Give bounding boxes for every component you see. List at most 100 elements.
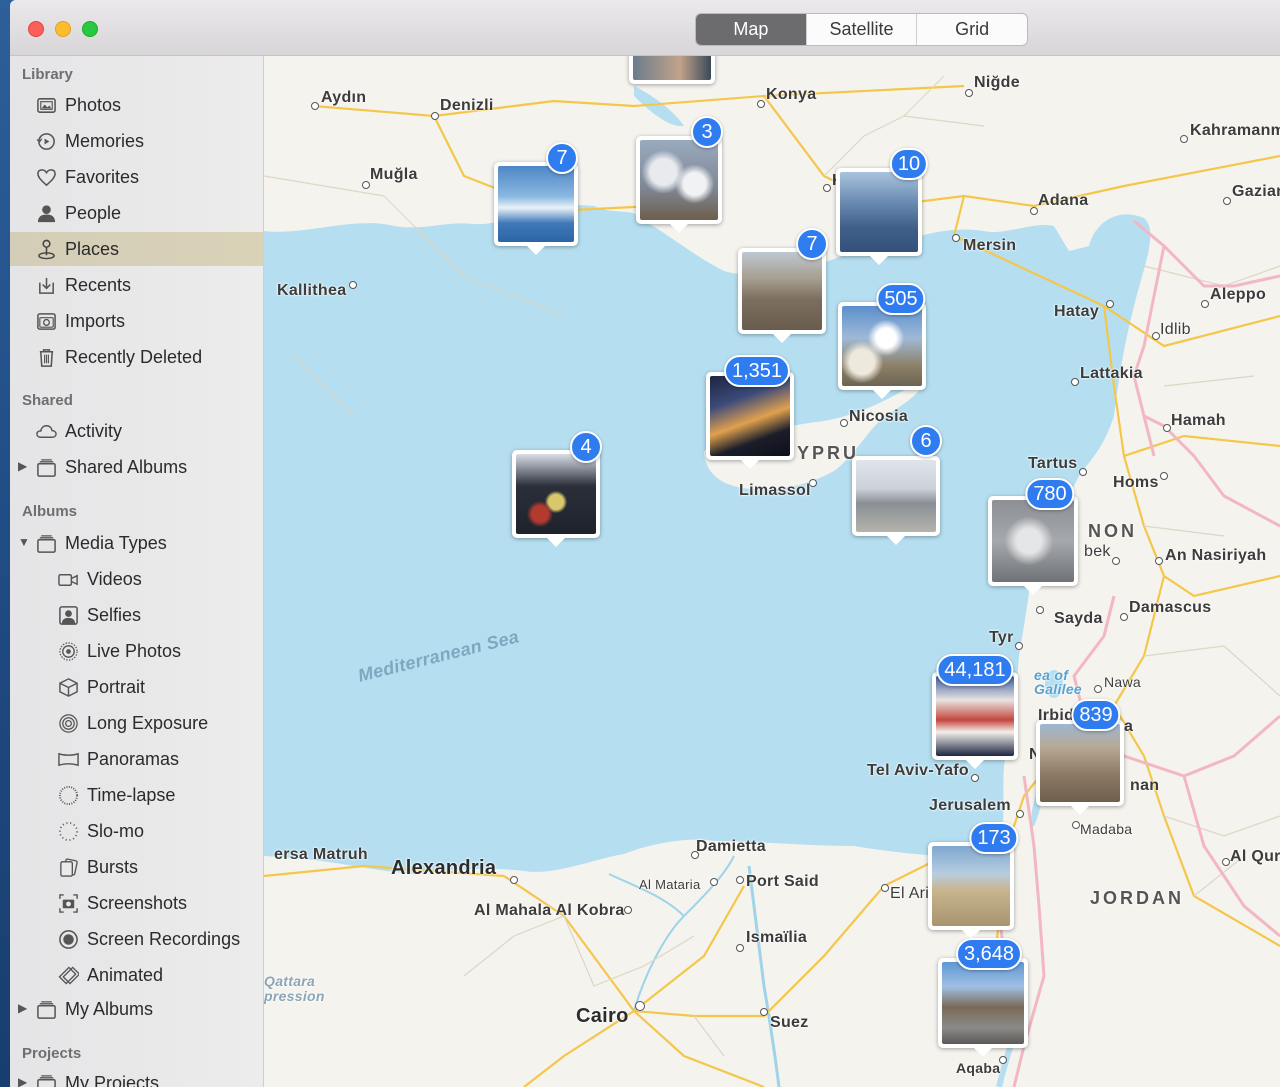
city-al-mahala[interactable]: Al Mahala Al Kobra — [474, 902, 625, 920]
photo-count-badge[interactable]: 780 — [1025, 478, 1075, 510]
photo-cluster-pin-top[interactable] — [629, 56, 715, 84]
city-madaba[interactable]: Madaba — [1080, 821, 1132, 837]
sidebar-item-label: Imports — [65, 310, 126, 331]
city-tyr[interactable]: Tyr — [989, 629, 1014, 647]
photo-count-badge[interactable]: 3,648 — [955, 938, 1023, 970]
cluster-thumbnail — [936, 676, 1014, 756]
city-aydin[interactable]: Aydın — [321, 89, 366, 107]
city-a-partial[interactable]: a — [1124, 718, 1133, 736]
city-konya[interactable]: Konya — [766, 86, 816, 104]
city-mersin[interactable]: Mersin — [963, 237, 1016, 255]
sidebar-item-live-photos[interactable]: Live Photos — [10, 634, 263, 668]
photo-count-badge[interactable]: 4 — [570, 431, 602, 463]
photo-count-badge[interactable]: 7 — [796, 228, 828, 260]
city-sayda[interactable]: Sayda — [1054, 610, 1103, 628]
sidebar-item-slo-mo[interactable]: Slo-mo — [10, 814, 263, 848]
cluster-frame — [928, 842, 1014, 930]
city-gazian[interactable]: Gazian — [1232, 183, 1280, 201]
photo-count-badge[interactable]: 3 — [691, 116, 723, 148]
photo-count-badge[interactable]: 10 — [889, 148, 929, 180]
sidebar-item-selfies[interactable]: Selfies — [10, 598, 263, 632]
sidebar-item-time-lapse[interactable]: Time-lapse — [10, 778, 263, 812]
map-view[interactable]: Aydın Denizli Konya Niğde Kahramanm Muğl… — [264, 56, 1280, 1087]
city-damietta[interactable]: Damietta — [696, 838, 766, 856]
city-al-qura[interactable]: Al Qura — [1230, 848, 1280, 866]
city-jerusalem[interactable]: Jerusalem — [929, 797, 1011, 815]
city-aqaba[interactable]: Aqaba — [956, 1060, 1000, 1076]
disclosure-triangle-right-icon[interactable]: ▶ — [18, 1075, 27, 1087]
city-damascus[interactable]: Damascus — [1129, 599, 1211, 617]
sidebar-item-animated[interactable]: Animated — [10, 958, 263, 992]
zoom-button[interactable] — [82, 21, 98, 37]
photo-count-badge[interactable]: 1,351 — [723, 355, 791, 387]
photo-count-badge[interactable]: 839 — [1071, 699, 1121, 731]
sidebar-item-places[interactable]: Places — [10, 232, 263, 266]
city-suez[interactable]: Suez — [770, 1014, 809, 1032]
city-denizli[interactable]: Denizli — [440, 97, 494, 115]
disclosure-triangle-right-icon[interactable]: ▶ — [18, 459, 27, 473]
city-hatay[interactable]: Hatay — [1054, 303, 1099, 321]
city-nawa[interactable]: Nawa — [1104, 674, 1141, 690]
city-hamah[interactable]: Hamah — [1171, 412, 1226, 430]
sidebar-item-panoramas[interactable]: Panoramas — [10, 742, 263, 776]
city-idlib[interactable]: Idlib — [1160, 321, 1191, 339]
sidebar-item-media-types[interactable]: ▼ Media Types — [10, 526, 263, 560]
close-button[interactable] — [28, 21, 44, 37]
sidebar-item-favorites[interactable]: Favorites — [10, 160, 263, 194]
sidebar-item-people[interactable]: People — [10, 196, 263, 230]
city-dot — [1222, 858, 1230, 866]
photo-count-badge[interactable]: 173 — [969, 822, 1019, 854]
disclosure-triangle-right-icon[interactable]: ▶ — [18, 1001, 27, 1015]
pin-pointer — [870, 256, 888, 265]
city-dot — [1071, 378, 1079, 386]
photo-count-badge[interactable]: 44,181 — [936, 654, 1014, 686]
minimize-button[interactable] — [55, 21, 71, 37]
city-nicosia[interactable]: Nicosia — [849, 408, 908, 426]
city-marsa-matruh[interactable]: ersa Matruh — [274, 846, 368, 864]
sidebar-item-my-projects[interactable]: ▶ My Projects — [10, 1066, 263, 1087]
photo-count-badge[interactable]: 505 — [876, 283, 926, 315]
city-nigde[interactable]: Niğde — [974, 74, 1020, 92]
sidebar-item-memories[interactable]: Memories — [10, 124, 263, 158]
disclosure-triangle-down-icon[interactable]: ▼ — [18, 535, 30, 549]
city-tel-aviv-yafo[interactable]: Tel Aviv-Yafo — [867, 762, 969, 780]
map-view-button[interactable]: Map — [696, 14, 806, 45]
city-port-said[interactable]: Port Said — [746, 873, 819, 891]
photo-count-badge[interactable]: 7 — [546, 142, 578, 174]
sidebar-item-screen-recordings[interactable]: Screen Recordings — [10, 922, 263, 956]
city-alexandria[interactable]: Alexandria — [391, 857, 496, 880]
city-cairo[interactable]: Cairo — [576, 1005, 629, 1028]
satellite-view-button[interactable]: Satellite — [805, 14, 917, 45]
city-al-mataria[interactable]: Al Mataria — [639, 877, 701, 892]
sidebar-item-shared-albums[interactable]: ▶ Shared Albums — [10, 450, 263, 484]
sidebar-item-portrait[interactable]: Portrait — [10, 670, 263, 704]
sidebar-item-bursts[interactable]: Bursts — [10, 850, 263, 884]
sidebar-item-label: Live Photos — [87, 640, 182, 661]
city-lattakia[interactable]: Lattakia — [1080, 365, 1143, 383]
city-aleppo[interactable]: Aleppo — [1210, 286, 1266, 304]
city-amman[interactable]: nan — [1130, 777, 1159, 795]
sidebar-item-screenshots[interactable]: Screenshots — [10, 886, 263, 920]
city-dot — [999, 1056, 1007, 1064]
sidebar-item-my-albums[interactable]: ▶ My Albums — [10, 992, 263, 1026]
sidebar-item-photos[interactable]: Photos — [10, 88, 263, 122]
sidebar-item-recently-deleted[interactable]: Recently Deleted — [10, 340, 263, 374]
sidebar-item-long-exposure[interactable]: Long Exposure — [10, 706, 263, 740]
sidebar-item-recents[interactable]: Recents — [10, 268, 263, 302]
photo-count-badge[interactable]: 6 — [910, 425, 942, 457]
city-kahramanm[interactable]: Kahramanm — [1190, 122, 1280, 140]
city-kallithea[interactable]: Kallithea — [277, 282, 346, 300]
sidebar-item-videos[interactable]: Videos — [10, 562, 263, 596]
grid-view-button[interactable]: Grid — [916, 14, 1027, 45]
sidebar-item-imports[interactable]: Imports — [10, 304, 263, 338]
cluster-frame — [852, 456, 940, 536]
city-limassol[interactable]: Limassol — [739, 482, 811, 500]
city-tartus[interactable]: Tartus — [1028, 455, 1078, 473]
city-adana[interactable]: Adana — [1038, 192, 1088, 210]
sidebar-item-activity[interactable]: Activity — [10, 414, 263, 448]
city-an-nasiriyah[interactable]: An Nasiriyah — [1165, 547, 1266, 565]
city-mugla[interactable]: Muğla — [370, 166, 418, 184]
city-bek[interactable]: bek — [1084, 543, 1111, 561]
city-ismailia[interactable]: Ismaïlia — [746, 929, 807, 947]
city-homs[interactable]: Homs — [1113, 474, 1159, 492]
